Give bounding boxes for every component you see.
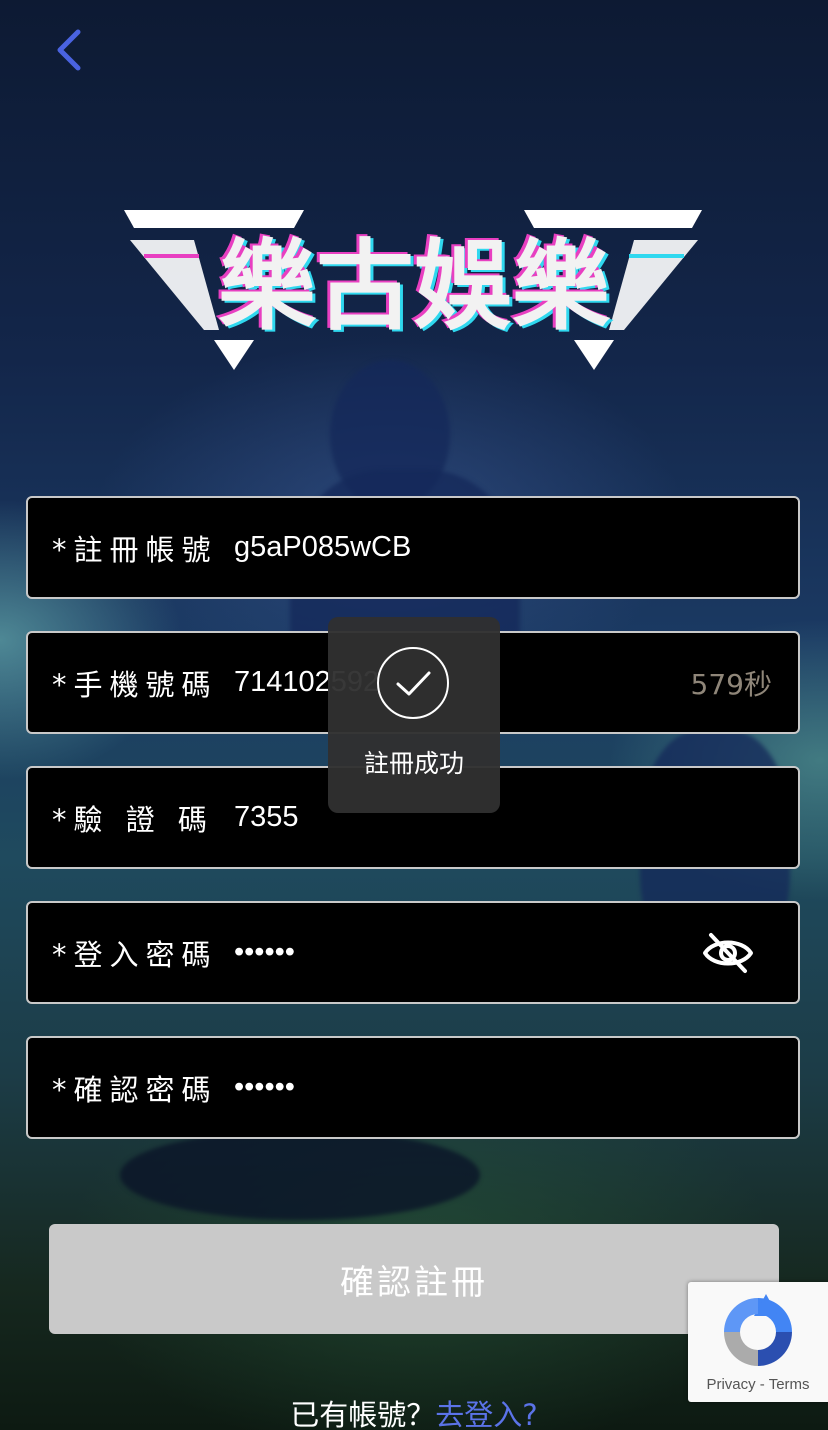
recaptcha-terms-link[interactable]: Terms xyxy=(769,1376,810,1393)
recaptcha-separator: - xyxy=(755,1376,769,1393)
back-button[interactable] xyxy=(50,26,90,74)
go-login-link[interactable]: 去登入? xyxy=(435,1398,537,1430)
account-input[interactable]: g5aP085wCB xyxy=(234,498,411,597)
verification-code-label: *驗 證 碼 xyxy=(52,802,214,837)
check-circle-icon xyxy=(377,647,449,719)
login-prompt-text: 已有帳號？ xyxy=(290,1398,436,1430)
confirm-register-button[interactable]: 確認註冊 xyxy=(49,1224,779,1334)
verification-code-input[interactable]: 7355 xyxy=(234,768,299,867)
success-toast: 註冊成功 xyxy=(328,617,500,813)
phone-label: *手機號碼 xyxy=(52,667,218,702)
account-field[interactable]: *註冊帳號 g5aP085wCB xyxy=(26,496,800,599)
confirm-password-label: *確認密碼 xyxy=(52,1072,218,1107)
sms-countdown: 579秒 xyxy=(690,667,772,701)
brand-logo: 樂古娛樂 樂古娛樂 樂古娛樂 xyxy=(124,200,704,380)
player-silhouette xyxy=(120,1130,480,1220)
account-label: *註冊帳號 xyxy=(52,532,218,567)
toast-message: 註冊成功 xyxy=(363,749,464,778)
recaptcha-icon xyxy=(724,1294,792,1366)
confirm-password-field[interactable]: *確認密碼 •••••• xyxy=(26,1036,800,1139)
recaptcha-privacy-link[interactable]: Privacy xyxy=(706,1376,755,1393)
chevron-left-icon xyxy=(57,29,81,71)
recaptcha-badge[interactable]: Privacy - Terms xyxy=(688,1282,828,1402)
register-page: 樂古娛樂 樂古娛樂 樂古娛樂 *註冊帳號 g5aP085wCB *手機號碼 71… xyxy=(0,0,828,1430)
password-label: *登入密碼 xyxy=(52,937,218,972)
eye-off-icon xyxy=(703,933,753,973)
password-input[interactable]: •••••• xyxy=(234,903,295,1002)
password-visibility-toggle[interactable] xyxy=(702,931,754,975)
confirm-password-input[interactable]: •••••• xyxy=(234,1038,295,1137)
password-field[interactable]: *登入密碼 •••••• xyxy=(26,901,800,1004)
svg-text:樂古娛樂: 樂古娛樂 xyxy=(218,230,611,344)
